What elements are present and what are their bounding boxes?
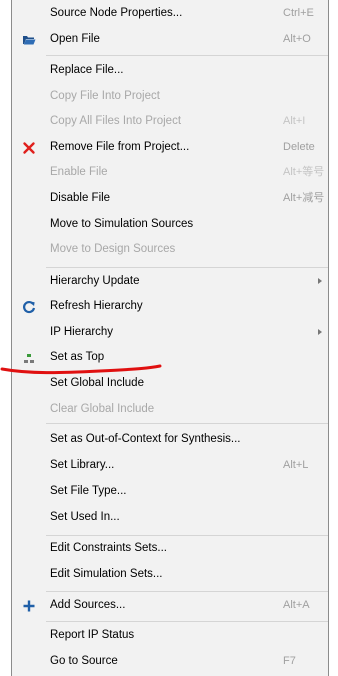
menu-item-label: Enable File bbox=[50, 166, 108, 178]
menu-item-open-file[interactable]: Open File Alt+O bbox=[12, 27, 328, 53]
menu-item-set-file-type[interactable]: Set File Type... bbox=[12, 479, 328, 505]
menu-item-label: Refresh Hierarchy bbox=[50, 300, 143, 312]
menu-item-label: Edit Simulation Sets... bbox=[50, 568, 163, 580]
menu-item-shortcut: Alt+A bbox=[283, 599, 310, 611]
menu-item-move-to-simulation-sources[interactable]: Move to Simulation Sources bbox=[12, 212, 328, 238]
refresh-icon bbox=[23, 300, 36, 314]
menu-item-shortcut: Alt+减号 bbox=[283, 192, 325, 204]
menu-item-enable-file[interactable]: Enable File Alt+等号 bbox=[12, 160, 328, 186]
menu-separator bbox=[46, 423, 328, 424]
menu-separator bbox=[46, 267, 328, 268]
menu-item-add-sources[interactable]: Add Sources... Alt+A bbox=[12, 593, 328, 619]
menu-item-copy-all-files-into-project[interactable]: Copy All Files Into Project Alt+I bbox=[12, 109, 328, 135]
menu-item-move-to-design-sources[interactable]: Move to Design Sources bbox=[12, 237, 328, 263]
menu-item-remove-file[interactable]: Remove File from Project... Delete bbox=[12, 135, 328, 161]
menu-item-copy-file-into-project[interactable]: Copy File Into Project bbox=[12, 84, 328, 110]
menu-item-label: Copy All Files Into Project bbox=[50, 115, 182, 127]
menu-item-shortcut: Alt+L bbox=[283, 459, 309, 471]
menu-item-shortcut: Alt+等号 bbox=[283, 166, 325, 178]
menu-item-label: Report IP Status bbox=[50, 629, 135, 641]
menu-item-label: Replace File... bbox=[50, 64, 124, 76]
menu-item-label: Move to Design Sources bbox=[50, 243, 176, 255]
menu-item-shortcut: F7 bbox=[283, 655, 296, 667]
menu-item-label: Remove File from Project... bbox=[50, 141, 190, 153]
menu-item-hierarchy-update[interactable]: Hierarchy Update bbox=[12, 269, 328, 295]
folder-open-icon bbox=[23, 36, 36, 45]
menu-item-label: Set as Top bbox=[50, 351, 105, 363]
menu-separator bbox=[46, 591, 328, 592]
menu-item-label: Hierarchy Update bbox=[50, 275, 140, 287]
remove-x-icon bbox=[23, 142, 35, 154]
submenu-arrow-icon bbox=[318, 329, 322, 335]
menu-item-label: Open File bbox=[50, 33, 100, 45]
menu-separator bbox=[46, 621, 328, 622]
menu-item-label: Copy File Into Project bbox=[50, 90, 160, 102]
menu-item-label: IP Hierarchy bbox=[50, 326, 114, 338]
menu-item-report-ip-status[interactable]: Report IP Status bbox=[12, 623, 328, 649]
menu-item-set-used-in[interactable]: Set Used In... bbox=[12, 505, 328, 531]
menu-item-go-to-source[interactable]: Go to Source F7 bbox=[12, 649, 328, 675]
menu-item-label: Set Used In... bbox=[50, 511, 120, 523]
menu-item-label: Clear Global Include bbox=[50, 403, 155, 415]
context-menu: Source Node Properties... Ctrl+E Open Fi… bbox=[11, 0, 329, 676]
menu-item-set-global-include[interactable]: Set Global Include bbox=[12, 371, 328, 397]
menu-item-shortcut: Alt+I bbox=[283, 115, 306, 127]
menu-item-label: Disable File bbox=[50, 192, 111, 204]
add-plus-icon bbox=[23, 600, 35, 612]
menu-item-label: Set File Type... bbox=[50, 485, 127, 497]
submenu-arrow-icon bbox=[318, 278, 322, 284]
menu-separator bbox=[46, 55, 328, 56]
menu-item-edit-simulation-sets[interactable]: Edit Simulation Sets... bbox=[12, 562, 328, 588]
menu-item-label: Set as Out-of-Context for Synthesis... bbox=[50, 433, 241, 445]
menu-item-set-as-top[interactable]: Set as Top bbox=[12, 345, 328, 371]
menu-item-disable-file[interactable]: Disable File Alt+减号 bbox=[12, 186, 328, 212]
menu-item-ip-hierarchy[interactable]: IP Hierarchy bbox=[12, 320, 328, 346]
hierarchy-top-icon bbox=[24, 354, 34, 363]
menu-item-refresh-hierarchy[interactable]: Refresh Hierarchy bbox=[12, 294, 328, 320]
menu-item-set-out-of-context[interactable]: Set as Out-of-Context for Synthesis... bbox=[12, 427, 328, 453]
menu-item-set-library[interactable]: Set Library... Alt+L bbox=[12, 453, 328, 479]
menu-item-shortcut: Delete bbox=[283, 141, 315, 153]
menu-item-shortcut: Alt+O bbox=[283, 33, 311, 45]
menu-item-label: Set Global Include bbox=[50, 377, 144, 389]
menu-item-source-node-properties[interactable]: Source Node Properties... Ctrl+E bbox=[12, 1, 328, 27]
menu-item-clear-global-include[interactable]: Clear Global Include bbox=[12, 397, 328, 423]
menu-item-shortcut: Ctrl+E bbox=[283, 7, 314, 19]
menu-item-label: Edit Constraints Sets... bbox=[50, 542, 167, 554]
menu-item-label: Go to Source bbox=[50, 655, 118, 667]
menu-item-edit-constraints-sets[interactable]: Edit Constraints Sets... bbox=[12, 536, 328, 562]
menu-item-label: Move to Simulation Sources bbox=[50, 218, 194, 230]
menu-item-replace-file[interactable]: Replace File... bbox=[12, 58, 328, 84]
menu-item-label: Set Library... bbox=[50, 459, 115, 471]
menu-item-label: Add Sources... bbox=[50, 599, 126, 611]
menu-item-label: Source Node Properties... bbox=[50, 7, 183, 19]
